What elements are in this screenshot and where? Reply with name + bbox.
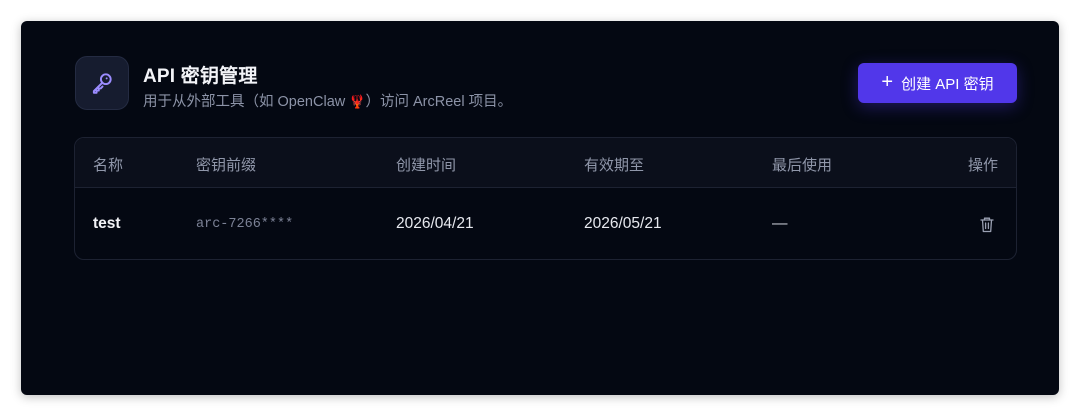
column-header-expires: 有效期至 — [584, 157, 645, 174]
table-header: 名称 密钥前缀 创建时间 有效期至 最后使用 操作 — [75, 138, 1016, 188]
api-keys-table: 名称 密钥前缀 创建时间 有效期至 最后使用 操作 test arc-7266*… — [74, 137, 1017, 260]
plus-icon: + — [881, 71, 894, 93]
key-icon-container — [75, 56, 129, 110]
key-prefix-cell: arc-7266**** — [196, 217, 294, 232]
create-api-key-button[interactable]: + 创建 API 密钥 — [858, 63, 1017, 103]
create-api-key-label: 创建 API 密钥 — [901, 75, 994, 93]
key-name-cell: test — [93, 215, 121, 232]
expiry-date-cell: 2026/05/21 — [584, 215, 662, 232]
page-title: API 密钥管理 — [143, 66, 258, 87]
column-header-last-used: 最后使用 — [772, 157, 833, 174]
last-used-cell: — — [772, 215, 788, 232]
created-date-cell: 2026/04/21 — [396, 215, 474, 232]
subtitle-text-start: 用于从外部工具（如 OpenClaw — [143, 94, 350, 110]
api-key-panel: API 密钥管理 用于从外部工具（如 OpenClaw 🦞）访问 ArcReel… — [21, 21, 1059, 395]
column-header-actions: 操作 — [967, 157, 998, 174]
table-row: test arc-7266**** 2026/04/21 2026/05/21 … — [75, 188, 1016, 259]
column-header-prefix: 密钥前缀 — [196, 157, 257, 174]
column-header-name: 名称 — [93, 157, 124, 174]
column-header-created: 创建时间 — [396, 157, 457, 174]
subtitle-text-end: ）访问 ArcReel 项目。 — [365, 94, 513, 110]
delete-key-button[interactable] — [976, 212, 998, 236]
trash-icon — [980, 217, 994, 232]
lobster-emoji: 🦞 — [349, 94, 366, 109]
page-subtitle: 用于从外部工具（如 OpenClaw 🦞）访问 ArcReel 项目。 — [143, 90, 512, 111]
key-icon — [92, 73, 112, 94]
